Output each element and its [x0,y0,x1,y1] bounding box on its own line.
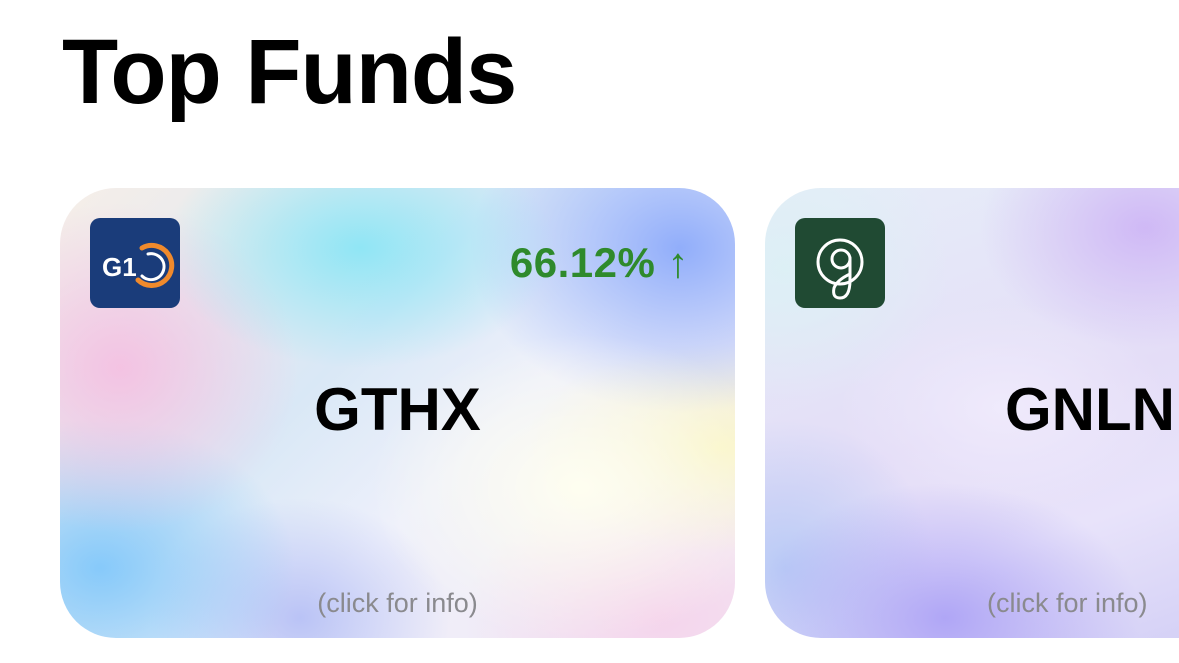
click-for-info-hint[interactable]: (click for info) [987,590,1148,617]
click-for-info-hint[interactable]: (click for info) [60,590,735,617]
percent-change-value: 66.12% [509,239,656,286]
funds-carousel[interactable]: G1 66.12% ↑ GTHX (click for info) GNLN (… [0,188,1179,638]
logo-text: G1 [102,252,137,282]
greenlane-logo-graphic [816,238,864,300]
fund-ticker: GTHX [314,376,481,443]
top-funds-screen: Top Funds G1 66.12% ↑ GTHX (click for in… [0,0,1179,663]
fund-ticker: GNLN [1005,376,1175,443]
arrow-up-icon: ↑ [667,239,689,286]
fund-card-gnln[interactable]: GNLN (click for info) [765,188,1179,638]
page-title: Top Funds [62,21,517,123]
g1-logo-graphic: G1 [102,242,175,288]
fund-card-gthx[interactable]: G1 66.12% ↑ GTHX (click for info) [60,188,735,638]
g1-logo-icon: G1 [90,218,180,308]
percent-change: 66.12% ↑ [510,242,689,284]
greenlane-g-logo-icon [795,218,885,308]
